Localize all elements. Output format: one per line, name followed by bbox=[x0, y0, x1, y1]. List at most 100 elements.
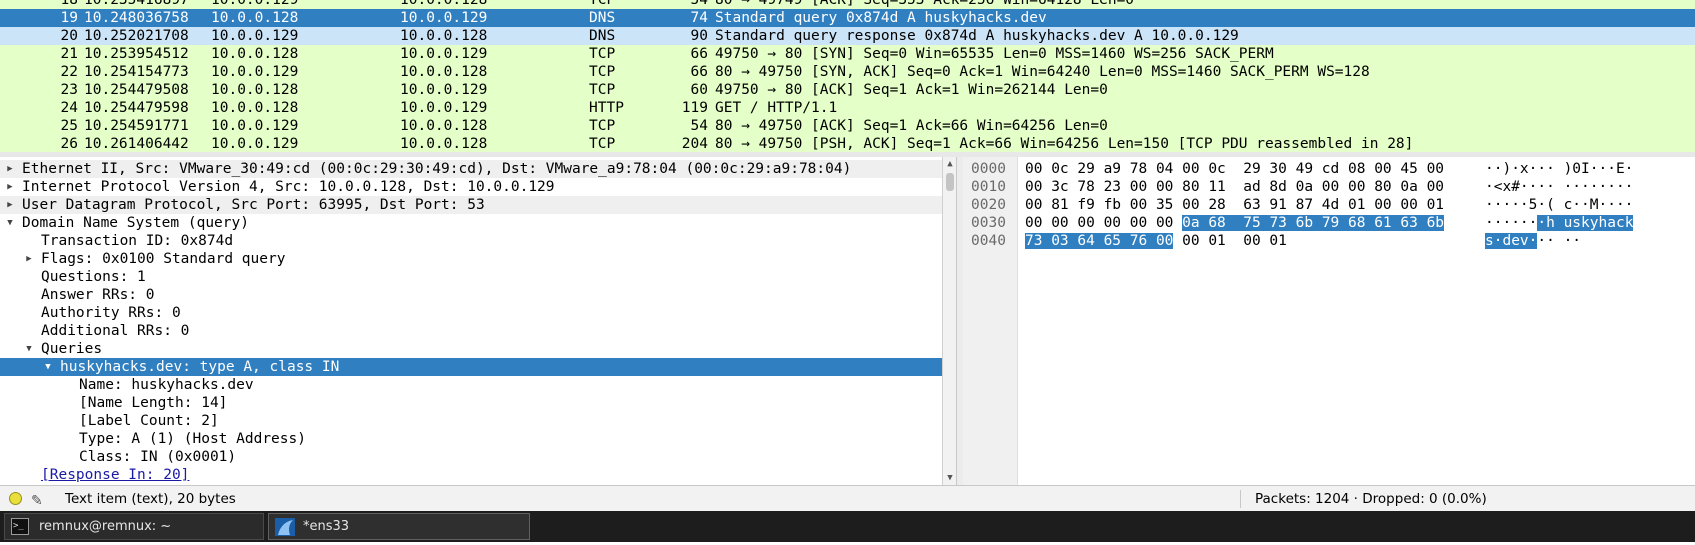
expand-arrow-icon[interactable]: ▼ bbox=[23, 340, 35, 358]
tree-item[interactable]: ▼ Queries bbox=[0, 340, 942, 358]
packet-source: 10.0.0.129 bbox=[211, 64, 299, 80]
collapse-arrow-icon[interactable]: ▶ bbox=[4, 160, 16, 178]
tree-item[interactable]: ▶ User Datagram Protocol, Src Port: 63995… bbox=[0, 196, 942, 214]
response-link[interactable]: [Response In: 20] bbox=[41, 466, 189, 484]
packet-source: 10.0.0.128 bbox=[211, 82, 299, 98]
tree-item[interactable]: Questions: 1 bbox=[0, 268, 942, 286]
packet-source: 10.0.0.128 bbox=[211, 100, 299, 116]
taskbar-item-terminal[interactable]: >_ remnux@remnux: ~ bbox=[4, 513, 264, 540]
packet-row[interactable]: 21 10.253954512 10.0.0.128 10.0.0.129 TC… bbox=[0, 45, 1695, 63]
tree-item[interactable]: Transaction ID: 0x874d bbox=[0, 232, 942, 250]
hex-segment-highlighted: 73 03 64 65 76 00 bbox=[1025, 233, 1174, 249]
ascii-bytes[interactable]: ·······h uskyhack bbox=[1485, 214, 1634, 232]
tree-item[interactable]: ▼ huskyhacks.dev: type A, class IN bbox=[0, 358, 942, 376]
packet-row-related[interactable]: 20 10.252021708 10.0.0.129 10.0.0.128 DN… bbox=[0, 27, 1695, 58]
expand-arrow-icon[interactable]: ▼ bbox=[4, 214, 16, 232]
tree-item[interactable]: [Name Length: 14] bbox=[0, 394, 942, 412]
ascii-bytes[interactable]: ·<x#···· ········ bbox=[1485, 178, 1633, 196]
tree-item-label: Name: huskyhacks.dev bbox=[79, 377, 254, 393]
tree-item[interactable]: Additional RRs: 0 bbox=[0, 322, 942, 340]
hex-bytes[interactable]: 73 03 64 65 76 00 00 01 00 01 bbox=[1025, 232, 1287, 250]
packet-destination: 10.0.0.128 bbox=[400, 0, 488, 8]
details-scrollbar[interactable]: ▲ ▼ bbox=[942, 157, 957, 485]
collapse-arrow-icon[interactable]: ▶ bbox=[23, 250, 35, 268]
packet-row[interactable]: 26 10.261406442 10.0.0.129 10.0.0.128 TC… bbox=[0, 135, 1695, 152]
packet-protocol: TCP bbox=[589, 46, 616, 62]
scroll-down-icon[interactable]: ▼ bbox=[943, 471, 957, 485]
tree-item[interactable]: Authority RRs: 0 bbox=[0, 304, 942, 322]
tree-item-label: User Datagram Protocol, Src Port: 63995,… bbox=[22, 197, 485, 213]
ascii-bytes[interactable]: s·dev··· ·· bbox=[1485, 232, 1581, 250]
collapse-arrow-icon[interactable]: ▶ bbox=[4, 178, 16, 196]
scroll-up-icon[interactable]: ▲ bbox=[943, 157, 957, 171]
packet-row[interactable]: 23 10.254479508 10.0.0.128 10.0.0.129 TC… bbox=[0, 81, 1695, 99]
packet-bytes-pane[interactable]: 0000 00 0c 29 a9 78 04 00 0c 29 30 49 cd … bbox=[963, 157, 1695, 485]
tree-item-label: Questions: 1 bbox=[41, 269, 146, 285]
tree-item[interactable]: Type: A (1) (Host Address) bbox=[0, 430, 942, 448]
packet-protocol: TCP bbox=[589, 82, 616, 98]
tree-item-label: [Label Count: 2] bbox=[79, 413, 219, 429]
tree-item-label: Ethernet II, Src: VMware_30:49:cd (00:0c… bbox=[22, 161, 852, 177]
packet-row-selected[interactable]: 19 10.248036758 10.0.0.128 10.0.0.129 DN… bbox=[0, 9, 1695, 44]
ascii-segment: ··)·x··· )0I···E· bbox=[1485, 161, 1634, 177]
packet-destination: 10.0.0.128 bbox=[400, 136, 488, 152]
terminal-icon: >_ bbox=[11, 518, 29, 535]
tree-item[interactable]: Answer RRs: 0 bbox=[0, 286, 942, 304]
tree-item[interactable]: ▶ Internet Protocol Version 4, Src: 10.0.… bbox=[0, 178, 942, 196]
packet-length: 204 bbox=[681, 136, 708, 152]
packet-length: 66 bbox=[690, 46, 708, 62]
packet-time: 10.254479598 bbox=[84, 100, 189, 116]
hex-bytes[interactable]: 00 3c 78 23 00 00 80 11 ad 8d 0a 00 00 8… bbox=[1025, 178, 1444, 196]
packet-row[interactable]: 18 10.235416897 10.0.0.129 10.0.0.128 TC… bbox=[0, 0, 1695, 9]
taskbar: >_ remnux@remnux: ~ *ens33 bbox=[0, 511, 1695, 542]
packet-info: 80 → 49750 [ACK] Seq=1 Ack=66 Win=64256 … bbox=[715, 118, 1108, 134]
packet-time: 10.248036758 bbox=[84, 10, 189, 26]
taskbar-item-label: remnux@remnux: ~ bbox=[39, 519, 172, 534]
packet-destination: 10.0.0.128 bbox=[400, 118, 488, 134]
packet-protocol: DNS bbox=[589, 10, 616, 26]
tree-item[interactable]: Name: huskyhacks.dev bbox=[0, 376, 942, 394]
packet-length: 90 bbox=[690, 28, 708, 44]
tree-item-label: Flags: 0x0100 Standard query bbox=[41, 251, 286, 267]
packet-protocol: TCP bbox=[589, 0, 616, 8]
expert-info-led-icon[interactable] bbox=[9, 492, 22, 505]
packet-row[interactable]: 25 10.254591771 10.0.0.129 10.0.0.128 TC… bbox=[0, 117, 1695, 135]
packet-info: Standard query 0x874d A huskyhacks.dev bbox=[715, 10, 1047, 26]
packet-info: GET / HTTP/1.1 bbox=[715, 100, 838, 116]
packet-protocol: TCP bbox=[589, 118, 616, 134]
tree-item[interactable]: ▶ Flags: 0x0100 Standard query bbox=[0, 250, 942, 268]
packet-time: 10.254591771 bbox=[84, 118, 189, 134]
packet-row[interactable]: 22 10.254154773 10.0.0.129 10.0.0.128 TC… bbox=[0, 63, 1695, 81]
tree-item[interactable]: ▶ Ethernet II, Src: VMware_30:49:cd (00:0… bbox=[0, 160, 942, 178]
byte-offset: 0020 bbox=[971, 197, 1006, 213]
collapse-arrow-icon[interactable]: ▶ bbox=[4, 196, 16, 214]
packet-no: 22 bbox=[60, 64, 78, 80]
hex-bytes[interactable]: 00 81 f9 fb 00 35 00 28 63 91 87 4d 01 0… bbox=[1025, 196, 1444, 214]
packet-length: 66 bbox=[690, 64, 708, 80]
expand-arrow-icon[interactable]: ▼ bbox=[42, 358, 54, 376]
packet-details-tree[interactable]: ▶ Ethernet II, Src: VMware_30:49:cd (00:0… bbox=[0, 157, 943, 485]
packet-time: 10.254154773 bbox=[84, 64, 189, 80]
hex-bytes[interactable]: 00 00 00 00 00 00 0a 68 75 73 6b 79 68 6… bbox=[1025, 214, 1445, 232]
ascii-bytes[interactable]: ··)·x··· )0I···E· bbox=[1485, 160, 1633, 178]
packet-length: 54 bbox=[690, 118, 708, 134]
tree-item[interactable]: ▼ Domain Name System (query) bbox=[0, 214, 942, 232]
packet-no: 23 bbox=[60, 82, 78, 98]
tree-item[interactable]: Class: IN (0x0001) bbox=[0, 448, 942, 466]
packet-length: 74 bbox=[690, 10, 708, 26]
hex-bytes[interactable]: 00 0c 29 a9 78 04 00 0c 29 30 49 cd 08 0… bbox=[1025, 160, 1444, 178]
scrollbar-thumb[interactable] bbox=[946, 173, 954, 191]
packet-protocol: TCP bbox=[589, 136, 616, 152]
request-marker-icon bbox=[4, 9, 63, 44]
ascii-bytes[interactable]: ·····5·( c··M···· bbox=[1485, 196, 1633, 214]
ascii-segment: ·· ·· bbox=[1537, 233, 1582, 249]
tree-item[interactable]: [Response In: 20] bbox=[0, 466, 942, 484]
taskbar-item-wireshark[interactable]: *ens33 bbox=[268, 513, 530, 540]
packet-source: 10.0.0.129 bbox=[211, 0, 299, 8]
tree-item-label: Domain Name System (query) bbox=[22, 215, 249, 231]
packet-list[interactable]: 18 10.235416897 10.0.0.129 10.0.0.128 TC… bbox=[0, 0, 1695, 153]
tree-item[interactable]: [Label Count: 2] bbox=[0, 412, 942, 430]
packet-protocol: TCP bbox=[589, 64, 616, 80]
packet-info: 80 → 49750 [PSH, ACK] Seq=1 Ack=66 Win=6… bbox=[715, 136, 1414, 152]
packet-row[interactable]: 24 10.254479598 10.0.0.128 10.0.0.129 HT… bbox=[0, 99, 1695, 117]
